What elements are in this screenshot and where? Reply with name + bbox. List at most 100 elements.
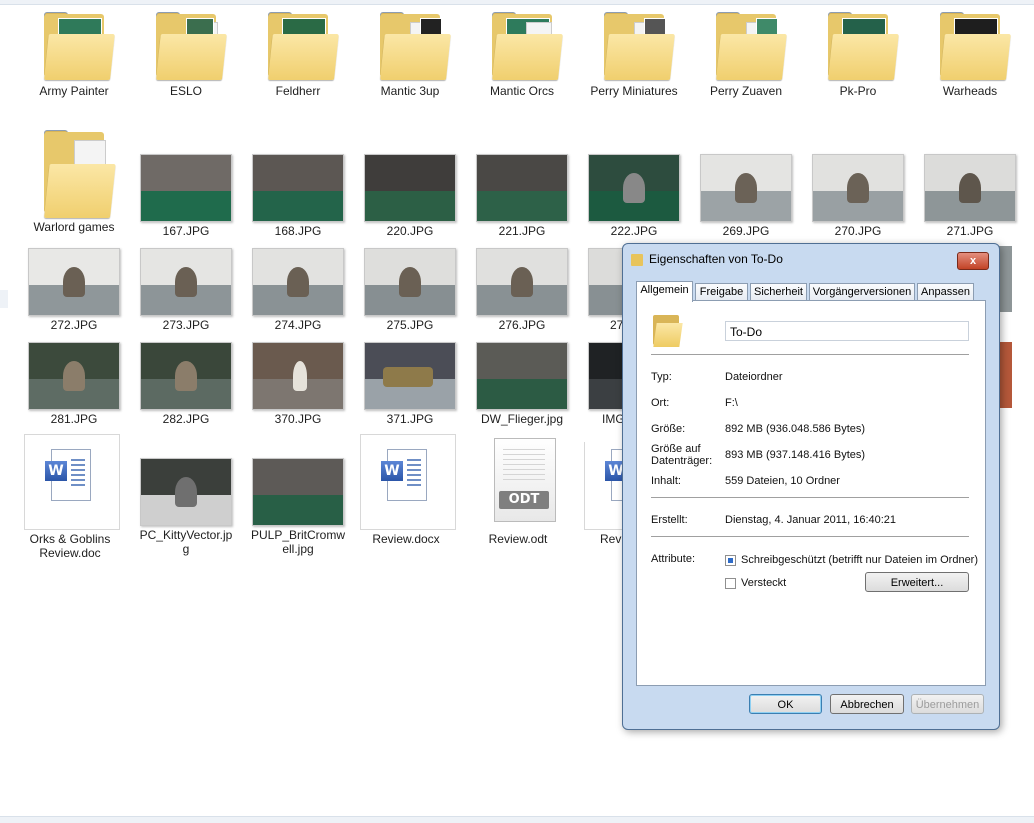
image-thumbnail: [466, 152, 578, 222]
folder-item[interactable]: ESLO: [130, 12, 242, 98]
image-file-item[interactable]: 270.JPG: [802, 152, 914, 238]
image-thumbnail: [354, 340, 466, 410]
tab-anpassen[interactable]: Anpassen: [917, 283, 974, 301]
item-label: 371.JPG: [386, 412, 434, 426]
image-thumbnail: [242, 246, 354, 316]
word-file-item[interactable]: W Revi: [570, 442, 624, 546]
hidden-checkbox[interactable]: [725, 578, 736, 589]
item-label: Review.docx: [372, 532, 440, 546]
image-thumbnail: [466, 246, 578, 316]
item-label: 222.JPG: [610, 224, 658, 238]
location-value: F:\: [725, 397, 738, 409]
folder-item[interactable]: Warheads: [914, 12, 1026, 98]
image-file-item[interactable]: 274.JPG: [242, 246, 354, 332]
readonly-label: Schreibgeschützt (betrifft nur Dateien i…: [741, 554, 979, 566]
image-file-item[interactable]: DW_Flieger.jpg: [466, 340, 578, 426]
image-file-item[interactable]: 221.JPG: [466, 152, 578, 238]
folder-item[interactable]: Perry Miniatures: [578, 12, 690, 98]
folder-item[interactable]: Mantic 3up: [354, 12, 466, 98]
image-file-item[interactable]: 276.JPG: [466, 246, 578, 332]
item-label: 221.JPG: [498, 224, 546, 238]
item-label: 272.JPG: [50, 318, 98, 332]
tab-allgemein[interactable]: Allgemein: [636, 281, 693, 302]
tab-freigabe[interactable]: Freigabe: [695, 283, 748, 301]
folder-icon: [18, 130, 130, 218]
item-label: Feldherr: [275, 84, 321, 98]
folder-icon: [690, 12, 802, 82]
odt-file-item[interactable]: ODT Review.odt: [458, 438, 578, 546]
folder-icon: [130, 12, 242, 82]
folder-item[interactable]: Pk-Pro: [802, 12, 914, 98]
image-file-item[interactable]: 168.JPG: [242, 152, 354, 238]
image-thumbnail: [130, 456, 242, 526]
contents-value: 559 Dateien, 10 Ordner: [725, 475, 840, 487]
tab-vorgaengerversionen[interactable]: Vorgängerversionen: [809, 283, 915, 301]
separator: [651, 497, 969, 498]
attributes-label: Attribute:: [651, 553, 696, 565]
folder-item[interactable]: Warlord games: [18, 130, 130, 234]
image-file-item[interactable]: 167.JPG: [130, 152, 242, 238]
partial-thumbnail: [998, 246, 1012, 312]
image-file-item[interactable]: 275.JPG: [354, 246, 466, 332]
word-file-item[interactable]: W Review.docx: [346, 434, 466, 546]
item-label: 275.JPG: [386, 318, 434, 332]
folder-icon: [354, 12, 466, 82]
item-label: 220.JPG: [386, 224, 434, 238]
image-thumbnail: [242, 340, 354, 410]
ok-button[interactable]: OK: [749, 694, 822, 714]
image-file-item[interactable]: PC_KittyVector.jp g: [130, 456, 242, 556]
folder-icon: [578, 12, 690, 82]
cancel-button[interactable]: Abbrechen: [830, 694, 904, 714]
partial-thumbnail: [998, 342, 1012, 408]
image-file-item[interactable]: 222.JPG: [578, 152, 690, 238]
folder-icon: [802, 12, 914, 82]
window-top-edge: [0, 0, 1034, 5]
readonly-checkbox[interactable]: [725, 555, 736, 566]
item-label: Revi: [600, 532, 624, 546]
window-left-edge: [0, 290, 8, 308]
folder-icon: [653, 315, 683, 347]
image-file-item[interactable]: 371.JPG: [354, 340, 466, 426]
close-button[interactable]: x: [957, 252, 989, 270]
item-label: 269.JPG: [722, 224, 770, 238]
image-file-item[interactable]: 271.JPG: [914, 152, 1026, 238]
image-thumbnail: [802, 152, 914, 222]
item-label: Mantic 3up: [380, 84, 440, 98]
image-file-item[interactable]: 282.JPG: [130, 340, 242, 426]
tab-sicherheit[interactable]: Sicherheit: [750, 283, 807, 301]
folder-item[interactable]: Feldherr: [242, 12, 354, 98]
image-thumbnail: [354, 246, 466, 316]
item-label: 276.JPG: [498, 318, 546, 332]
advanced-button[interactable]: Erweitert...: [865, 572, 969, 592]
image-file-item[interactable]: 281.JPG: [18, 340, 130, 426]
image-file-item[interactable]: 269.JPG: [690, 152, 802, 238]
properties-dialog: Eigenschaften von To-Do x Allgemein Frei…: [622, 243, 1000, 730]
item-label: Warlord games: [33, 220, 115, 234]
item-label: PC_KittyVector.jp g: [139, 528, 233, 556]
image-file-item[interactable]: 370.JPG: [242, 340, 354, 426]
folder-item[interactable]: Army Painter: [18, 12, 130, 98]
item-label: 271.JPG: [946, 224, 994, 238]
item-label: Perry Miniatures: [590, 84, 678, 98]
image-file-item[interactable]: 220.JPG: [354, 152, 466, 238]
type-label: Typ:: [651, 371, 672, 383]
type-value: Dateiordner: [725, 371, 783, 383]
image-file-item[interactable]: PULP_BritCromw ell.jpg: [242, 456, 354, 556]
folder-name-input[interactable]: To-Do: [725, 321, 969, 341]
image-file-item[interactable]: 272.JPG: [18, 246, 130, 332]
folder-item[interactable]: Mantic Orcs: [466, 12, 578, 98]
item-label: Pk-Pro: [839, 84, 877, 98]
item-label: Mantic Orcs: [489, 84, 554, 98]
image-file-item[interactable]: 273.JPG: [130, 246, 242, 332]
apply-button[interactable]: Übernehmen: [911, 694, 984, 714]
folder-icon: [914, 12, 1026, 82]
separator: [651, 536, 969, 537]
image-thumbnail: [914, 152, 1026, 222]
word-document-icon: W: [570, 442, 624, 530]
image-thumbnail: [354, 152, 466, 222]
folder-item[interactable]: Perry Zuaven: [690, 12, 802, 98]
separator: [651, 354, 969, 355]
image-thumbnail: [578, 152, 690, 222]
folder-icon: [242, 12, 354, 82]
word-file-item[interactable]: W Orks & Goblins Review.doc: [10, 434, 130, 560]
